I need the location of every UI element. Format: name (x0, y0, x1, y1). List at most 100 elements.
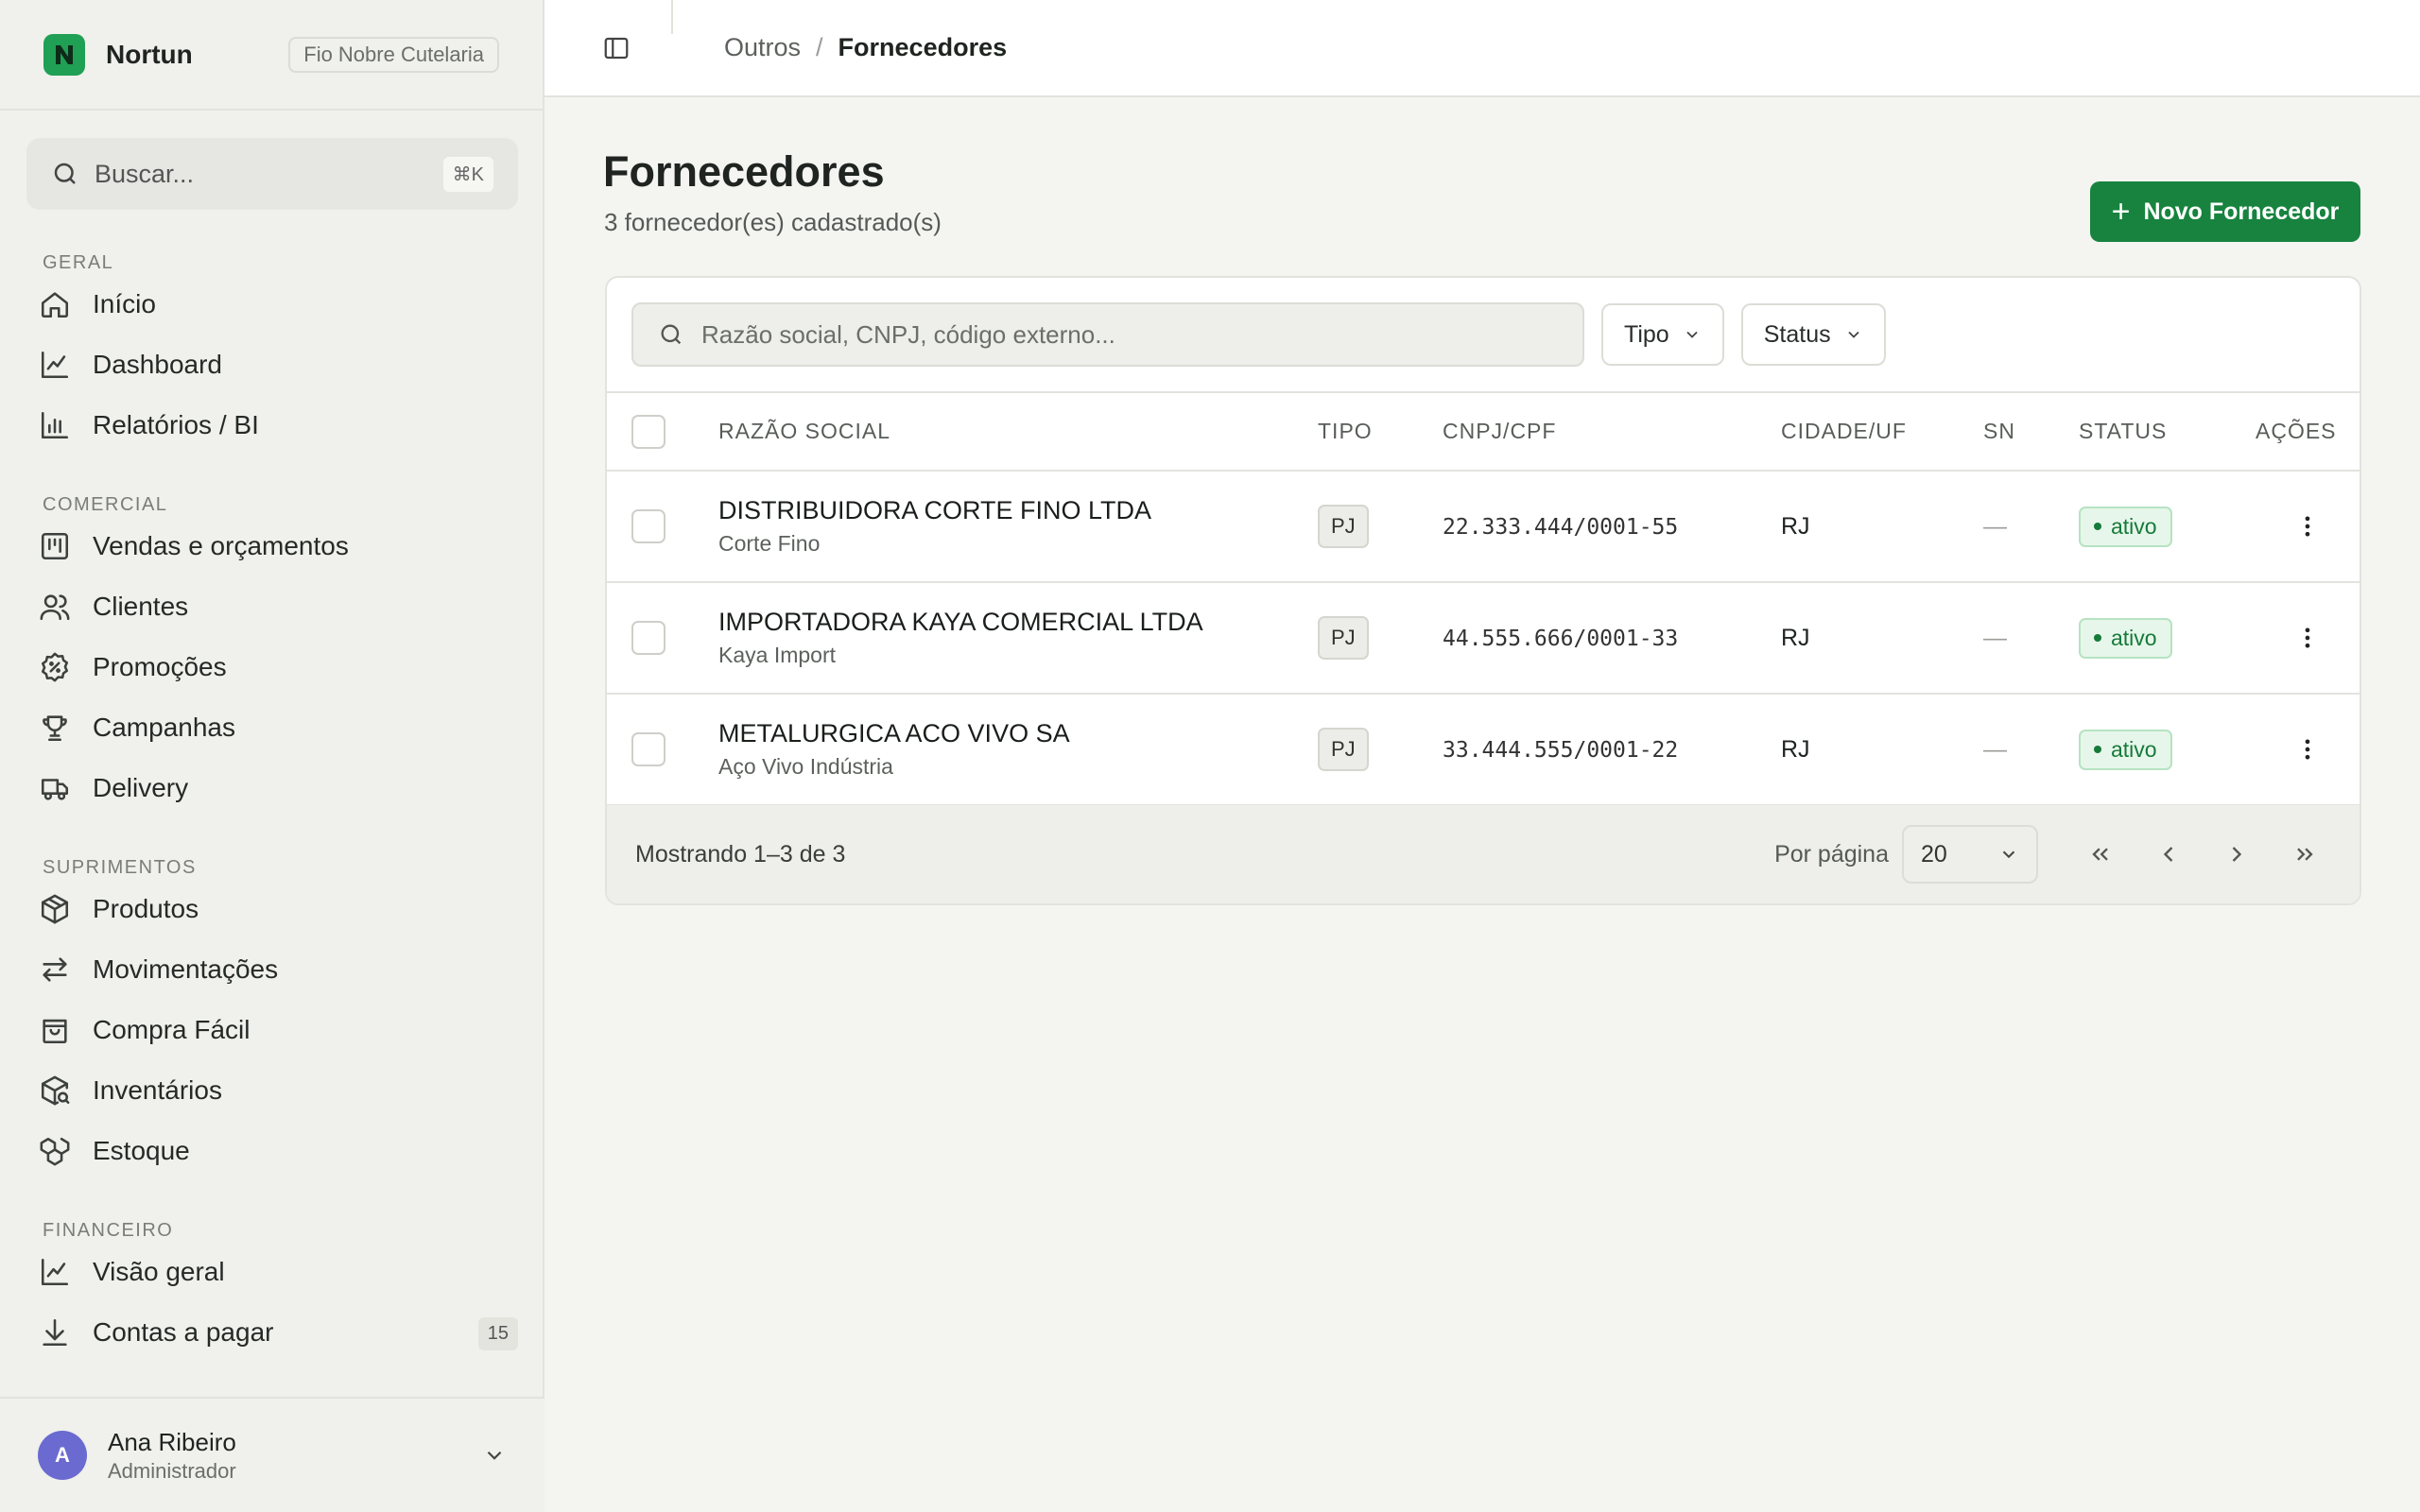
cnpj-value: 22.333.444/0001-55 (1443, 514, 1679, 540)
sidebar-item-label: Clientes (93, 592, 189, 621)
sidebar-item-label: Estoque (93, 1136, 190, 1165)
nav-section-title: SUPRIMENTOS (43, 857, 197, 878)
status-badge: ativo (2079, 617, 2172, 659)
table-row[interactable]: METALURGICA ACO VIVO SA Aço Vivo Indústr… (607, 694, 2360, 806)
sidebar-item-promo-es[interactable]: Promoções (0, 637, 544, 697)
column-header[interactable]: RAZÃO SOCIAL (718, 393, 1318, 472)
sidebar-item-vendas-e-or-amentos[interactable]: Vendas e orçamentos (0, 516, 544, 576)
suppliers-card: Razão social, CNPJ, código externo... Ti… (605, 276, 2361, 905)
status-filter[interactable]: Status (1740, 303, 1886, 366)
more-actions-icon[interactable] (2256, 625, 2360, 651)
per-page-select[interactable]: 20 (1902, 825, 2038, 884)
breadcrumb-parent[interactable]: Outros (724, 33, 801, 62)
sidebar-item-label: Movimentações (93, 954, 279, 984)
sidebar-item-movimenta-es[interactable]: Movimentações (0, 939, 544, 1000)
more-actions-icon[interactable] (2256, 736, 2360, 763)
city-uf-value: RJ (1781, 735, 1810, 763)
sidebar-item-label: Relatórios / BI (93, 410, 259, 439)
sidebar-item-relat-rios-bi[interactable]: Relatórios / BI (0, 395, 544, 455)
sn-value: — (1983, 512, 2007, 540)
tipo-badge: PJ (1318, 505, 1369, 548)
last-page-icon[interactable] (2278, 828, 2331, 881)
nav-section-title: FINANCEIRO (43, 1220, 174, 1241)
supplier-name[interactable]: IMPORTADORA KAYA COMERCIAL LTDA (718, 608, 1318, 637)
sidebar: Nortun Fio Nobre Cutelaria Buscar... ⌘K … (0, 0, 544, 1512)
trophy-icon (38, 711, 72, 745)
supplier-search-placeholder: Razão social, CNPJ, código externo... (701, 319, 1115, 349)
sidebar-item-contas-a-pagar[interactable]: Contas a pagar 15 (0, 1302, 544, 1363)
sidebar-search[interactable]: Buscar... ⌘K (26, 138, 518, 210)
home-icon (38, 287, 72, 321)
column-header: STATUS (2079, 393, 2256, 472)
status-dot-icon (2094, 634, 2101, 642)
new-supplier-label: Novo Fornecedor (2143, 198, 2340, 225)
percent-badge-icon (38, 650, 72, 684)
users-icon (38, 590, 72, 624)
sidebar-item-label: Inventários (93, 1075, 222, 1105)
pagination (2059, 828, 2331, 881)
package-search-icon (38, 1074, 72, 1108)
sidebar-item-estoque[interactable]: Estoque (0, 1121, 544, 1181)
sidebar-item-produtos[interactable]: Produtos (0, 879, 544, 939)
sidebar-item-label: Dashboard (93, 350, 222, 379)
row-checkbox[interactable] (631, 621, 666, 655)
topbar: Outros / Fornecedores (544, 0, 2420, 97)
per-page-value: 20 (1921, 840, 1947, 868)
bar-chart-icon (38, 408, 72, 442)
next-page-icon[interactable] (2210, 828, 2263, 881)
sidebar-item-dashboard[interactable]: Dashboard (0, 335, 544, 395)
user-menu[interactable]: A Ana Ribeiro Administrador (0, 1397, 544, 1512)
tipo-filter[interactable]: Tipo (1601, 303, 1724, 366)
sidebar-item-label: Produtos (93, 894, 199, 923)
package-icon (38, 892, 72, 926)
column-header: CIDADE/UF (1781, 393, 1983, 472)
search-shortcut: ⌘K (442, 156, 493, 192)
sidebar-item-campanhas[interactable]: Campanhas (0, 697, 544, 758)
sn-value: — (1983, 624, 2007, 651)
sidebar-toggle-icon[interactable] (596, 27, 637, 69)
row-checkbox[interactable] (631, 732, 666, 766)
select-all-checkbox[interactable] (631, 414, 666, 449)
breadcrumb-separator: / (816, 33, 823, 61)
first-page-icon[interactable] (2074, 828, 2127, 881)
sidebar-item-compra-f-cil[interactable]: Compra Fácil (0, 1000, 544, 1060)
org-badge[interactable]: Fio Nobre Cutelaria (288, 36, 499, 73)
status-badge: ativo (2079, 506, 2172, 547)
table-row[interactable]: DISTRIBUIDORA CORTE FINO LTDA Corte Fino… (607, 471, 2360, 583)
prev-page-icon[interactable] (2142, 828, 2195, 881)
status-label: ativo (2111, 736, 2157, 762)
status-badge: ativo (2079, 729, 2172, 770)
truck-icon (38, 771, 72, 805)
status-dot-icon (2094, 746, 2101, 753)
city-uf-value: RJ (1781, 624, 1810, 651)
new-supplier-button[interactable]: + Novo Fornecedor (2090, 181, 2360, 242)
table-header-row: RAZÃO SOCIAL TIPO CNPJ/CPF CIDADE/UF SN … (607, 393, 2360, 472)
more-actions-icon[interactable] (2256, 513, 2360, 540)
pagination-info: Mostrando 1–3 de 3 (635, 840, 846, 868)
count-badge: 15 (477, 1317, 518, 1350)
tipo-badge: PJ (1318, 728, 1369, 771)
sidebar-item-vis-o-geral[interactable]: Visão geral (0, 1242, 544, 1302)
sidebar-item-label: Delivery (93, 773, 189, 802)
row-checkbox[interactable] (631, 509, 666, 543)
supplier-name[interactable]: DISTRIBUIDORA CORTE FINO LTDA (718, 496, 1318, 525)
tipo-filter-label: Tipo (1624, 320, 1669, 348)
cnpj-value: 44.555.666/0001-33 (1443, 626, 1679, 651)
kanban-icon (38, 529, 72, 563)
chevron-down-icon[interactable] (482, 1443, 507, 1468)
table-row[interactable]: IMPORTADORA KAYA COMERCIAL LTDA Kaya Imp… (607, 582, 2360, 695)
column-header: AÇÕES (2256, 393, 2360, 472)
sidebar-item-delivery[interactable]: Delivery (0, 758, 544, 818)
sidebar-item-in-cio[interactable]: Início (0, 274, 544, 335)
topbar-divider (671, 0, 673, 34)
sidebar-item-invent-rios[interactable]: Inventários (0, 1060, 544, 1121)
supplier-name[interactable]: METALURGICA ACO VIVO SA (718, 719, 1318, 748)
sidebar-item-label: Visão geral (93, 1257, 225, 1286)
sn-value: — (1983, 735, 2007, 763)
supplier-search-input[interactable]: Razão social, CNPJ, código externo... (631, 302, 1584, 367)
app-logo-icon[interactable] (43, 33, 85, 76)
table-footer: Mostrando 1–3 de 3 Por página 20 (607, 805, 2360, 903)
sidebar-item-clientes[interactable]: Clientes (0, 576, 544, 637)
cnpj-value: 33.444.555/0001-22 (1443, 737, 1679, 763)
sidebar-item-label: Vendas e orçamentos (93, 531, 349, 560)
